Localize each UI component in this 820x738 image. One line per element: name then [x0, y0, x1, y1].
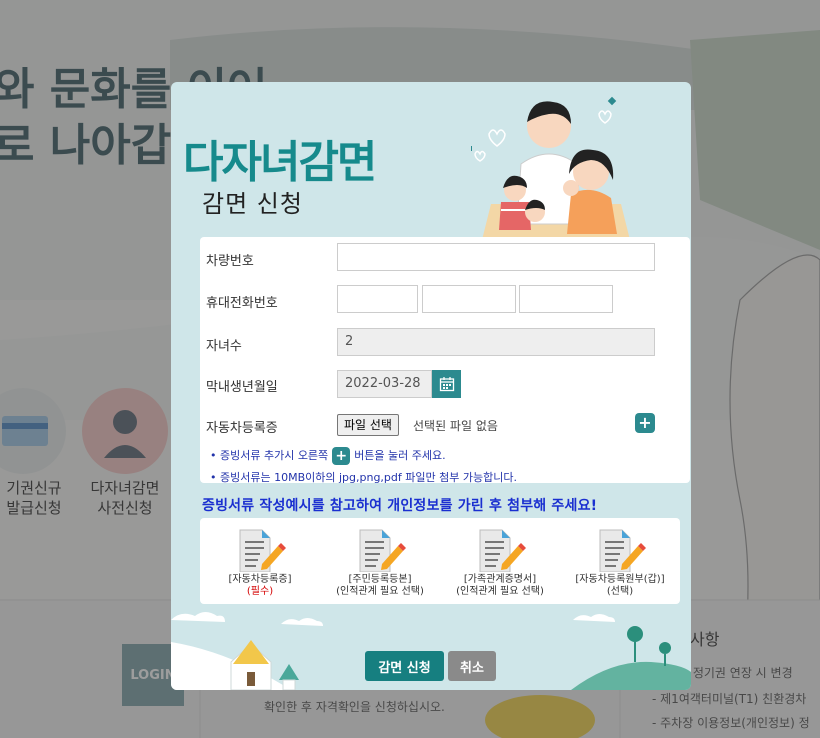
add-file-button[interactable]: +: [635, 413, 655, 433]
document-edit-icon: [354, 528, 406, 573]
document-edit-icon: [594, 528, 646, 573]
file-select-button[interactable]: 파일 선택: [337, 414, 399, 436]
family-illustration: [471, 96, 631, 244]
modal-subtitle: 감면 신청: [202, 190, 303, 218]
document-example-resident[interactable]: [주민등록등본] (인적관계 필요 선택): [320, 528, 440, 598]
document-example-registration[interactable]: [자동차등록증] (필수): [200, 528, 320, 598]
modal-title: 다자녀감면: [183, 137, 377, 188]
privacy-notice: 증빙서류 작성예시를 참고하여 개인정보를 가린 후 첨부해 주세요!: [202, 498, 598, 514]
phone-input-2[interactable]: [422, 285, 516, 313]
phone-input-1[interactable]: [337, 285, 418, 313]
document-edit-icon: [474, 528, 526, 573]
phone-label: 휴대전화번호: [206, 296, 278, 311]
registration-label: 자동차등록증: [206, 421, 278, 436]
vehicle-number-label: 차량번호: [206, 254, 254, 269]
file-status-text: 선택된 파일 없음: [413, 419, 498, 433]
document-edit-icon: [234, 528, 286, 573]
calendar-icon: [439, 377, 454, 392]
add-file-note: • 증빙서류 추가시 오른쪽 + 버튼을 눌러 주세요.: [210, 447, 446, 465]
file-size-note: • 증빙서류는 10MB이하의 jpg,png,pdf 파일만 첨부 가능합니다…: [210, 471, 517, 484]
cancel-button[interactable]: 취소: [448, 651, 496, 681]
youngest-birth-input[interactable]: 2022-03-28: [337, 370, 432, 398]
document-example-car-register[interactable]: [자동차등록원부(갑)] (선택): [560, 528, 680, 598]
application-form: 차량번호 휴대전화번호 자녀수 2 막내생년월일 2022-03-28 자동차등…: [200, 237, 690, 484]
youngest-birth-label: 막내생년월일: [206, 380, 278, 395]
children-count-input[interactable]: 2: [337, 328, 655, 356]
children-count-label: 자녀수: [206, 339, 242, 354]
phone-input-3[interactable]: [519, 285, 613, 313]
calendar-button[interactable]: [432, 370, 461, 398]
apply-button[interactable]: 감면 신청: [365, 651, 444, 681]
reduction-modal: 다자녀감면 감면 신청 차량번호 휴대전화번호 자녀수 2 막내생년월일 202…: [171, 82, 691, 690]
document-example-family[interactable]: [가족관계증명서] (인적관계 필요 선택): [440, 528, 560, 598]
plus-icon: +: [332, 447, 351, 465]
document-examples: [자동차등록증] (필수) [주민등록등본] (인적관계 필요 선택) [가족관…: [200, 518, 680, 604]
vehicle-number-input[interactable]: [337, 243, 655, 271]
